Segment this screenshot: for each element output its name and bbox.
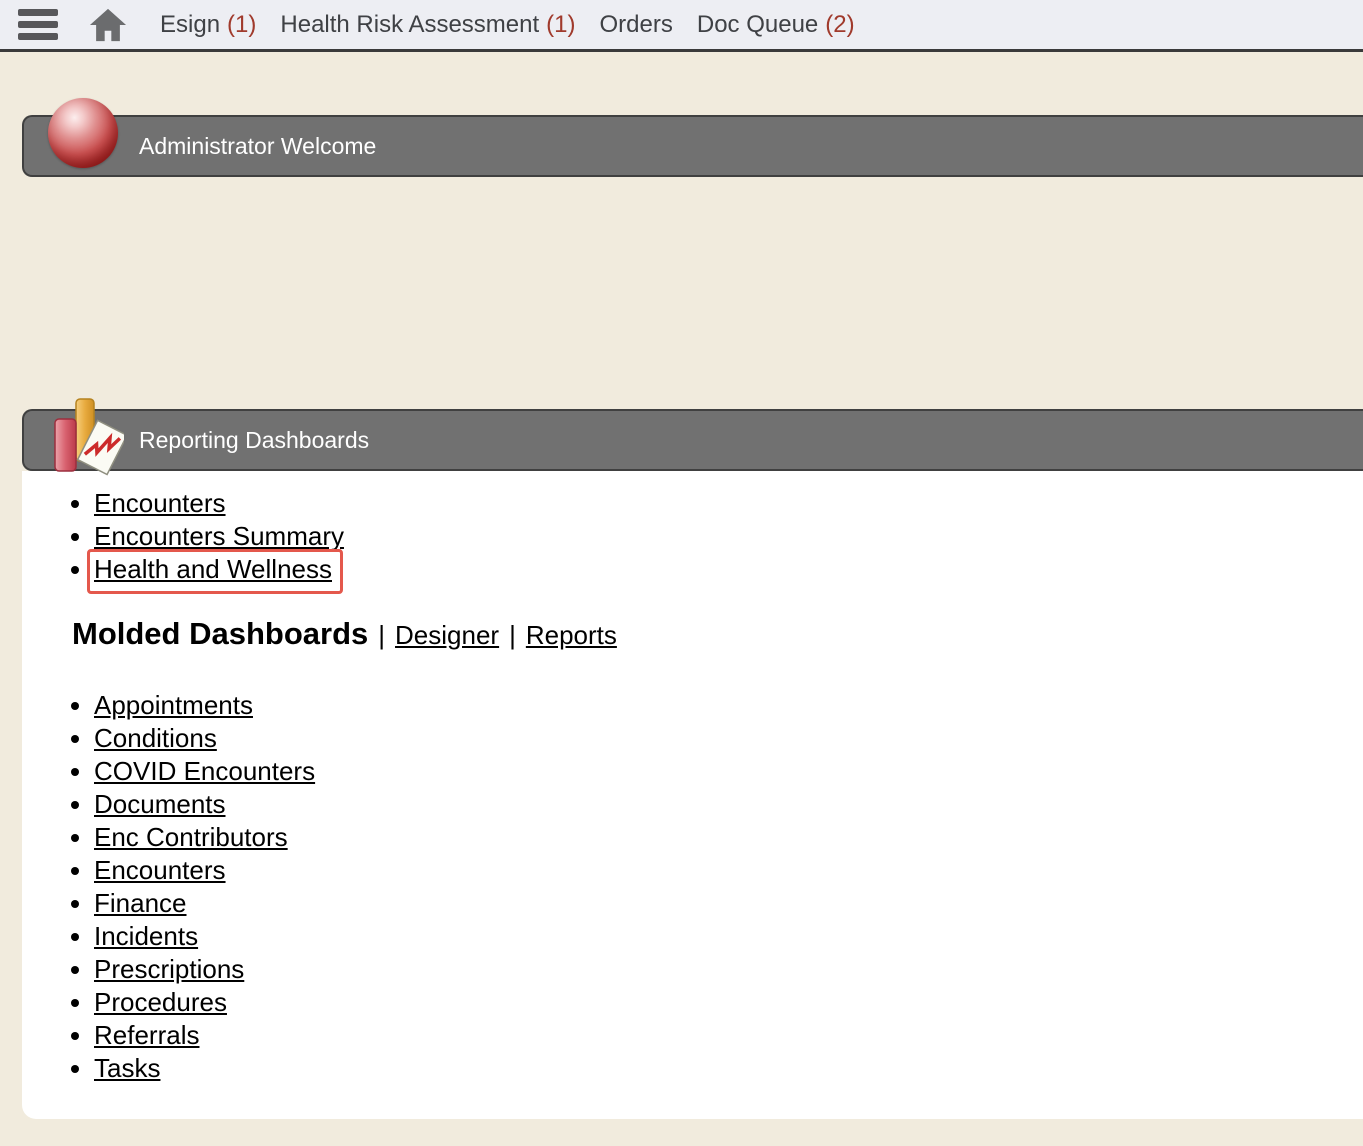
list-item: Procedures [94, 986, 1343, 1019]
link-encounters-2[interactable]: Encounters [94, 855, 226, 885]
reporting-links-list: Encounters Encounters Summary Health and… [22, 487, 1343, 586]
link-procedures[interactable]: Procedures [94, 987, 227, 1017]
separator: | [509, 620, 516, 650]
list-item: Health and Wellness [94, 553, 1343, 586]
hamburger-menu-icon[interactable] [18, 9, 58, 40]
link-enc-contributors[interactable]: Enc Contributors [94, 822, 288, 852]
dashboards-content-panel: Encounters Encounters Summary Health and… [22, 471, 1363, 1119]
link-appointments[interactable]: Appointments [94, 690, 253, 720]
list-item: COVID Encounters [94, 755, 1343, 788]
link-documents[interactable]: Documents [94, 789, 226, 819]
molded-dashboards-list: Appointments Conditions COVID Encounters… [22, 689, 1343, 1085]
link-tasks[interactable]: Tasks [94, 1053, 160, 1083]
molded-dashboards-heading-row: Molded Dashboards | Designer | Reports [72, 616, 1343, 652]
nav-label: Health Risk Assessment [280, 11, 539, 38]
list-item: Encounters [94, 487, 1343, 520]
nav-label: Doc Queue [697, 11, 818, 38]
list-item: Encounters Summary [94, 520, 1343, 553]
separator: | [378, 620, 385, 650]
nav-item-esign[interactable]: Esign (1) [160, 11, 256, 39]
reporting-dashboards-icon [46, 397, 124, 477]
nav-label: Esign [160, 11, 220, 38]
list-item: Encounters [94, 854, 1343, 887]
reporting-dashboards-title: Reporting Dashboards [139, 427, 369, 454]
top-nav-items: Esign (1) Health Risk Assessment (1) Order… [160, 11, 879, 39]
list-item: Enc Contributors [94, 821, 1343, 854]
nav-count-badge: (1) [546, 11, 575, 38]
list-item: Conditions [94, 722, 1343, 755]
link-referrals[interactable]: Referrals [94, 1020, 199, 1050]
top-nav-bar: Esign (1) Health Risk Assessment (1) Order… [0, 0, 1363, 52]
list-item: Appointments [94, 689, 1343, 722]
link-designer[interactable]: Designer [395, 620, 499, 650]
nav-label: Orders [600, 11, 673, 38]
link-health-and-wellness[interactable]: Health and Wellness [94, 554, 332, 584]
reporting-dashboards-header: Reporting Dashboards [22, 409, 1363, 471]
list-item: Referrals [94, 1019, 1343, 1052]
administrator-welcome-title: Administrator Welcome [139, 133, 376, 160]
link-reports[interactable]: Reports [526, 620, 617, 650]
nav-count-badge: (1) [227, 11, 256, 38]
link-covid-encounters[interactable]: COVID Encounters [94, 756, 315, 786]
nav-item-health-risk-assessment[interactable]: Health Risk Assessment (1) [280, 11, 575, 39]
home-icon[interactable] [89, 7, 127, 43]
molded-dashboards-title: Molded Dashboards [72, 616, 368, 651]
link-encounters-summary[interactable]: Encounters Summary [94, 521, 344, 551]
list-item: Finance [94, 887, 1343, 920]
link-encounters[interactable]: Encounters [94, 488, 226, 518]
list-item: Prescriptions [94, 953, 1343, 986]
list-item: Documents [94, 788, 1343, 821]
link-incidents[interactable]: Incidents [94, 921, 198, 951]
nav-count-badge: (2) [825, 11, 854, 38]
administrator-welcome-header: Administrator Welcome [22, 115, 1363, 177]
nav-item-orders[interactable]: Orders [600, 11, 673, 39]
red-sphere-icon [48, 98, 118, 168]
list-item: Tasks [94, 1052, 1343, 1085]
administrator-welcome-section: Administrator Welcome [22, 115, 1363, 177]
link-finance[interactable]: Finance [94, 888, 187, 918]
nav-item-doc-queue[interactable]: Doc Queue (2) [697, 11, 855, 39]
link-conditions[interactable]: Conditions [94, 723, 217, 753]
link-prescriptions[interactable]: Prescriptions [94, 954, 244, 984]
reporting-dashboards-section: Reporting Dashboards [22, 409, 1363, 471]
list-item: Incidents [94, 920, 1343, 953]
